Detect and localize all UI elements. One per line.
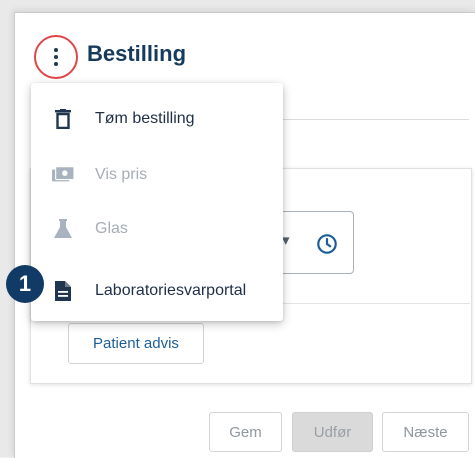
menu-item-label: Glas: [95, 220, 128, 237]
menu-item-clear-order[interactable]: Tøm bestilling: [31, 95, 283, 143]
chevron-down-icon[interactable]: ▾: [282, 231, 290, 249]
document-icon: [52, 280, 74, 302]
money-icon: [52, 164, 74, 186]
execute-button[interactable]: Udfør: [292, 412, 373, 452]
patient-advis-button[interactable]: Patient advis: [68, 323, 204, 364]
menu-item-label: Tøm bestilling: [95, 110, 195, 127]
menu-item-label: Vis pris: [95, 166, 148, 183]
menu-item-show-price[interactable]: Vis pris: [31, 151, 283, 199]
page-title: Bestilling: [87, 41, 187, 66]
trash-icon: [52, 108, 74, 130]
menu-item-label: Laboratoriesvarportal: [95, 282, 247, 299]
clock-icon[interactable]: [316, 233, 338, 255]
menu-item-glas[interactable]: Glas: [31, 205, 283, 253]
options-menu: Tøm bestilling Vis pris Glas Laboratorie…: [31, 83, 283, 321]
more-options-button[interactable]: [34, 35, 78, 79]
flask-icon: [52, 218, 74, 240]
kebab-menu-icon: [54, 48, 58, 66]
menu-item-lab-results-portal[interactable]: Laboratoriesvarportal: [31, 267, 283, 315]
app-background-left: [0, 0, 14, 457]
app-background-top: [0, 0, 475, 12]
save-button[interactable]: Gem: [209, 412, 282, 452]
next-button[interactable]: Næste: [382, 412, 469, 452]
step-number-badge: 1: [6, 265, 44, 303]
